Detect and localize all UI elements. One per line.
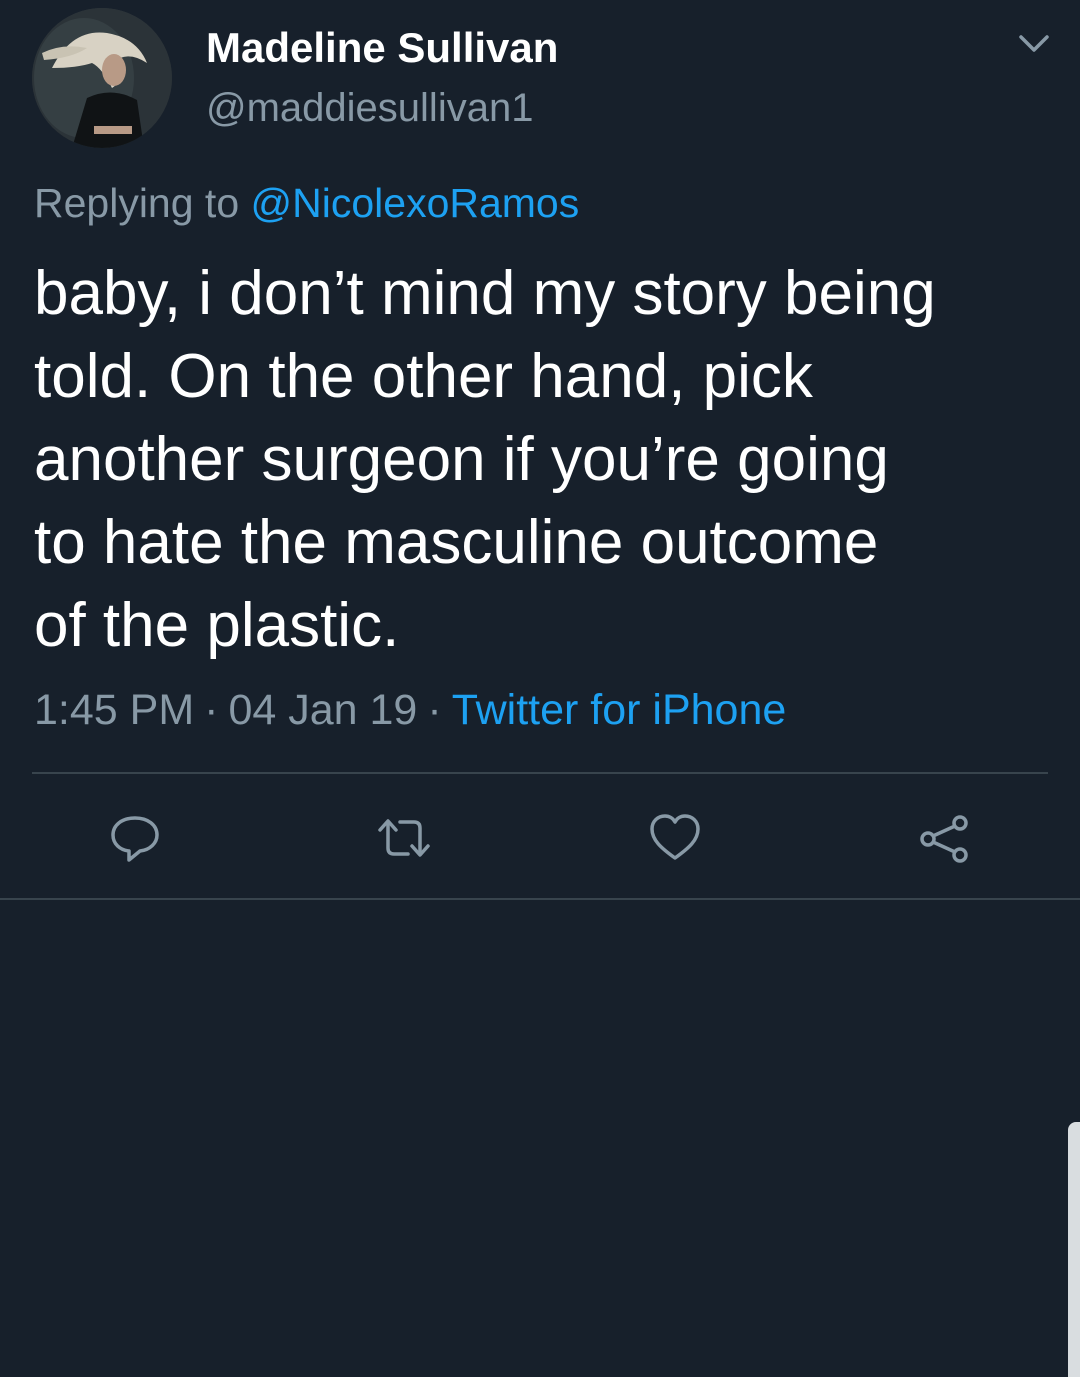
meta-separator: · xyxy=(204,686,219,734)
tweet-source-link[interactable]: Twitter for iPhone xyxy=(452,686,787,734)
replying-to-line: Replying to @NicolexoRamos xyxy=(34,180,579,227)
reply-button[interactable] xyxy=(107,810,163,866)
avatar-photo xyxy=(32,8,172,148)
tweet-detail: Madeline Sullivan @maddiesullivan1 Reply… xyxy=(0,0,1080,900)
tweet-text: baby, i don’t mind my story being told. … xyxy=(34,259,936,660)
retweet-icon xyxy=(378,819,430,857)
like-button[interactable] xyxy=(647,810,703,866)
retweet-button[interactable] xyxy=(376,810,432,866)
heart-icon xyxy=(650,814,700,860)
replying-to-label: Replying to xyxy=(34,180,251,226)
chevron-down-icon[interactable] xyxy=(1016,30,1052,58)
share-icon xyxy=(920,815,968,863)
comment-icon xyxy=(111,816,159,862)
tweet-time: 1:45 PM xyxy=(34,686,195,734)
tweet-meta: 1:45 PM · 04 Jan 19 · Twitter for iPhone xyxy=(34,686,786,735)
scrollbar-thumb[interactable] xyxy=(1068,1122,1080,1377)
avatar[interactable] xyxy=(32,8,172,148)
divider xyxy=(32,772,1048,774)
tweet-date: 04 Jan 19 xyxy=(228,686,418,734)
reply-mention-link[interactable]: @NicolexoRamos xyxy=(251,180,580,226)
share-button[interactable] xyxy=(916,810,972,866)
username-handle[interactable]: @maddiesullivan1 xyxy=(206,86,533,131)
meta-separator: · xyxy=(427,686,442,734)
display-name[interactable]: Madeline Sullivan xyxy=(206,24,558,72)
